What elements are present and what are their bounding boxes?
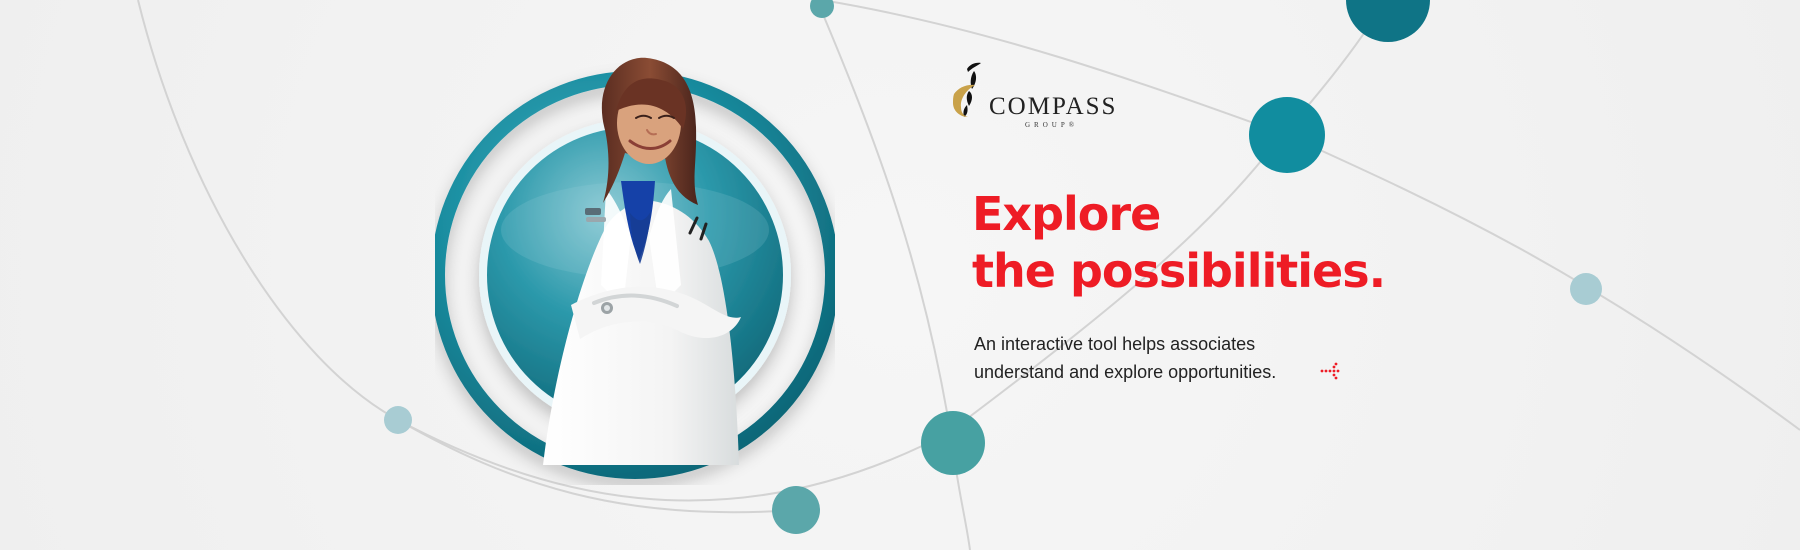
network-node (1570, 273, 1602, 305)
network-node (772, 486, 820, 534)
explore-opportunities-link[interactable] (1320, 359, 1342, 383)
hero-banner: COMPASS GROUP® Explore the possibilities… (0, 0, 1800, 550)
network-node (384, 406, 412, 434)
network-node (1249, 97, 1325, 173)
description-line-1: An interactive tool helps associates (974, 334, 1256, 354)
hero-headline: Explore the possibilities. (972, 186, 1572, 300)
network-node (921, 411, 985, 475)
brand-name: COMPASS (989, 93, 1118, 120)
compass-group-logo[interactable]: COMPASS GROUP® (950, 60, 1130, 130)
doctor-portrait-frame (435, 35, 835, 485)
headline-line-2: the possibilities. (972, 244, 1386, 298)
network-node (1346, 0, 1430, 42)
brand-subtitle: GROUP® (1025, 121, 1079, 129)
headline-line-1: Explore (972, 187, 1161, 241)
compass-group-logo-icon (953, 62, 981, 117)
dotted-arrow-icon (1320, 362, 1340, 380)
network-node (810, 0, 834, 18)
doctor-portrait (435, 57, 835, 479)
